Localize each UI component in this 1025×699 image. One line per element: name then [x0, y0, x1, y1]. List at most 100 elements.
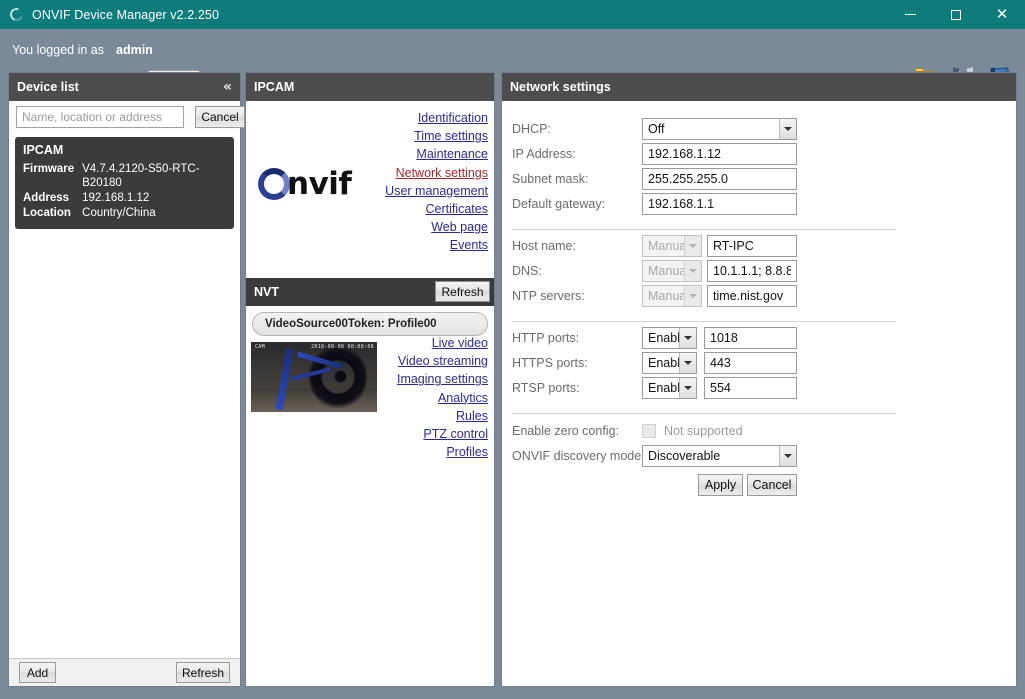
link-identification[interactable]: Identification: [328, 109, 488, 127]
row-ip-address: IP Address:: [502, 143, 802, 165]
rtsp-ports-label: RTSP ports:: [512, 377, 642, 399]
search-cancel-button[interactable]: Cancel: [195, 106, 245, 128]
chevron-down-icon: [679, 328, 696, 348]
dhcp-label: DHCP:: [512, 118, 642, 140]
chevron-down-icon: [684, 236, 701, 256]
dhcp-select[interactable]: Off: [642, 118, 797, 140]
zero-config-status: Not supported: [664, 424, 743, 438]
link-video-streaming[interactable]: Video streaming: [338, 352, 488, 370]
close-icon: ✕: [996, 7, 1009, 22]
device-search-row: Cancel: [9, 101, 240, 133]
profile-selector[interactable]: VideoSource00Token: Profile00: [252, 312, 488, 336]
maximize-button[interactable]: [933, 0, 979, 29]
ntp-mode-value: Manual: [643, 289, 684, 303]
close-button[interactable]: ✕: [979, 0, 1025, 29]
link-events[interactable]: Events: [328, 236, 488, 254]
default-gateway-input[interactable]: [642, 193, 797, 215]
device-list-footer: Add Refresh: [9, 658, 240, 686]
link-ptz-control[interactable]: PTZ control: [338, 425, 488, 443]
cancel-settings-button[interactable]: Cancel: [747, 474, 797, 496]
row-dhcp: DHCP: Off: [502, 118, 802, 140]
device-field-value: 192.168.1.12: [82, 191, 226, 206]
rtsp-ports-input[interactable]: [704, 377, 797, 399]
https-ports-mode-select[interactable]: Enable: [642, 352, 697, 374]
row-rtsp-ports: RTSP ports: Enable: [502, 377, 802, 399]
apply-button[interactable]: Apply: [698, 474, 743, 496]
zero-config-checkbox: [642, 424, 656, 438]
window-title: ONVIF Device Manager v2.2.250: [32, 8, 219, 22]
device-list-header: Device list «: [9, 73, 240, 101]
http-ports-input[interactable]: [704, 327, 797, 349]
device-field-value: V4.7.4.2120-S50-RTC-B20180: [82, 162, 226, 191]
ip-address-input[interactable]: [642, 143, 797, 165]
link-network-settings[interactable]: Network settings: [328, 164, 488, 182]
chevron-down-icon: [779, 446, 796, 466]
title-bar: ONVIF Device Manager v2.2.250 ✕: [0, 0, 1025, 29]
search-input[interactable]: [16, 106, 184, 128]
table-row: Address 192.168.1.12: [23, 191, 226, 206]
refresh-device-list-button[interactable]: Refresh: [176, 662, 230, 683]
link-certificates[interactable]: Certificates: [328, 200, 488, 218]
discovery-mode-select[interactable]: Discoverable: [642, 445, 797, 467]
login-username: admin: [116, 43, 153, 57]
device-list-body[interactable]: IPCAM Firmware V4.7.4.2120-S50-RTC-B2018…: [9, 133, 240, 660]
link-user-management[interactable]: User management: [328, 182, 488, 200]
http-ports-mode-select[interactable]: Enable: [642, 327, 697, 349]
network-settings-panel: Network settings DHCP: Off IP Address: S…: [501, 72, 1017, 687]
chevron-down-icon: [779, 119, 796, 139]
device-list-title: Device list: [17, 80, 79, 94]
host-name-mode-select: Manual: [642, 235, 702, 257]
collapse-panel-icon[interactable]: «: [223, 80, 232, 94]
device-field-key: Firmware: [23, 162, 82, 191]
device-list-item-ipcam[interactable]: IPCAM Firmware V4.7.4.2120-S50-RTC-B2018…: [15, 137, 234, 229]
table-row: Firmware V4.7.4.2120-S50-RTC-B20180: [23, 162, 226, 191]
application-window: ONVIF Device Manager v2.2.250 ✕ You logg…: [0, 0, 1025, 699]
device-panel-title: IPCAM: [254, 80, 294, 94]
link-web-page[interactable]: Web page: [328, 218, 488, 236]
link-imaging-settings[interactable]: Imaging settings: [338, 370, 488, 388]
device-field-value: Country/China: [82, 206, 226, 221]
settings-form: DHCP: Off IP Address: Subnet mask: Defau…: [502, 101, 1016, 686]
ntp-servers-label: NTP servers:: [512, 285, 642, 307]
window-controls: ✕: [887, 0, 1025, 29]
ip-address-label: IP Address:: [512, 143, 642, 165]
link-time-settings[interactable]: Time settings: [328, 127, 488, 145]
settings-title: Network settings: [510, 80, 611, 94]
minimize-button[interactable]: [887, 0, 933, 29]
device-name: IPCAM: [23, 143, 226, 157]
https-ports-input[interactable]: [704, 352, 797, 374]
zero-config-label: Enable zero config:: [512, 420, 652, 442]
https-ports-mode-value: Enable: [643, 356, 679, 370]
nvt-panel: NVT Refresh VideoSource00Token: Profile0…: [246, 278, 494, 686]
chevron-down-icon: [684, 286, 701, 306]
link-rules[interactable]: Rules: [338, 407, 488, 425]
device-list-panel: Device list « Cancel IPCAM Firmware V4.7…: [8, 72, 241, 687]
feature-link-list: Identification Time settings Maintenance…: [328, 109, 488, 255]
discovery-mode-value: Discoverable: [643, 449, 779, 463]
link-live-video[interactable]: Live video: [338, 334, 488, 352]
divider-3: [512, 413, 896, 414]
subnet-mask-input[interactable]: [642, 168, 797, 190]
nvt-refresh-button[interactable]: Refresh: [435, 281, 490, 302]
host-name-label: Host name:: [512, 235, 642, 257]
link-profiles[interactable]: Profiles: [338, 443, 488, 461]
link-maintenance[interactable]: Maintenance: [328, 145, 488, 163]
rtsp-ports-mode-value: Enable: [643, 381, 679, 395]
nvt-title: NVT: [254, 285, 279, 299]
chevron-down-icon: [679, 353, 696, 373]
link-analytics[interactable]: Analytics: [338, 389, 488, 407]
divider-1: [512, 229, 896, 230]
onvif-ring-icon: [9, 7, 25, 23]
ntp-servers-input[interactable]: [707, 285, 797, 307]
http-ports-label: HTTP ports:: [512, 327, 642, 349]
device-field-key: Address: [23, 191, 82, 206]
add-device-button[interactable]: Add: [19, 662, 56, 683]
host-name-mode-value: Manual: [643, 239, 684, 253]
device-feature-links: nvif Identification Time settings Mainte…: [246, 101, 494, 278]
chevron-down-icon: [679, 378, 696, 398]
host-name-input[interactable]: [707, 235, 797, 257]
rtsp-ports-mode-select[interactable]: Enable: [642, 377, 697, 399]
device-detail-panel: IPCAM nvif Identification Time settings …: [245, 72, 495, 687]
dns-input[interactable]: [707, 260, 797, 282]
device-panel-header: IPCAM: [246, 73, 494, 101]
